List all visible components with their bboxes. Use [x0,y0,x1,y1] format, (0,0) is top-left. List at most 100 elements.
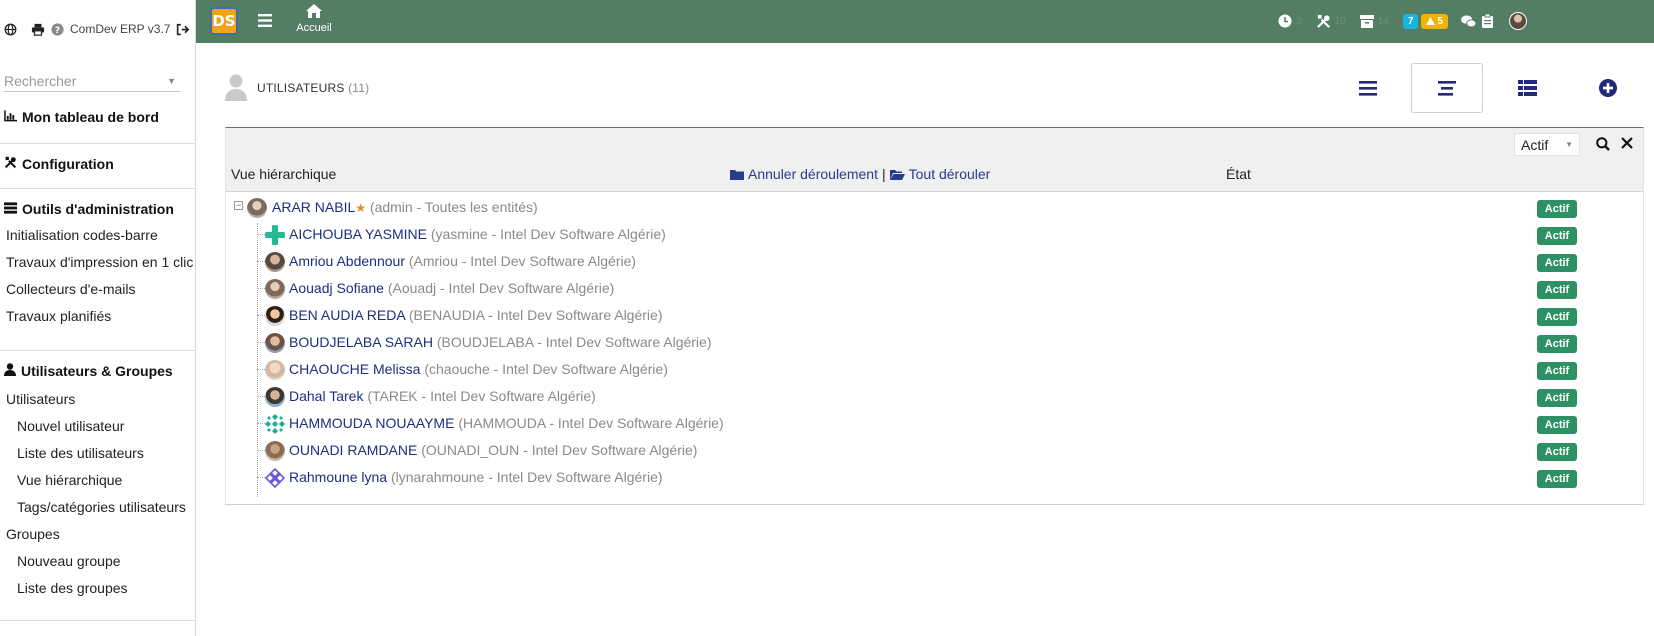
user-name[interactable]: Rahmoune lyna (lynarahmoune - Intel Dev … [289,469,663,485]
expand-all-link[interactable]: Tout dérouler [909,166,991,182]
close-icon[interactable] [1621,136,1633,152]
sidebar-item-user-list[interactable]: Liste des utilisateurs [0,440,196,467]
help-icon[interactable]: ? [51,22,64,36]
user-name[interactable]: CHAOUCHE Melissa (chaouche - Intel Dev S… [289,361,668,377]
search-icon[interactable] [1596,137,1610,154]
user-name[interactable]: HAMMOUDA NOUAAYME (HAMMOUDA - Intel Dev … [289,415,724,431]
sidebar-item-new-group[interactable]: Nouveau groupe [0,548,196,575]
user-name[interactable]: ARAR NABIL★ (admin - Toutes les entités) [272,199,538,215]
sidebar-section-dashboard: Mon tableau de bord [0,106,196,128]
sidebar-item-user-tags[interactable]: Tags/catégories utilisateurs [0,494,196,521]
info-badge[interactable]: 7 [1402,13,1419,29]
table-row[interactable]: Aouadj Sofiane (Aouadj - Intel Dev Softw… [226,275,1643,302]
table-row[interactable]: AICHOUBA YASMINE (yasmine - Intel Dev So… [226,221,1643,248]
status-badge: Actif [1537,200,1577,218]
warning-icon [1426,17,1436,25]
sidebar-item-new-user[interactable]: Nouvel utilisateur [0,413,196,440]
status-filter-value: Actif [1521,137,1549,153]
user-detail: (lynarahmoune - Intel Dev Software Algér… [390,469,663,485]
sidebar-item-print-jobs[interactable]: Travaux d'impression en 1 clic [0,249,196,276]
sidebar-item-dashboard[interactable]: Mon tableau de bord [0,106,196,128]
avatar-pattern-icon [265,468,285,488]
table-row[interactable]: BEN AUDIA REDA (BENAUDIA - Intel Dev Sof… [226,302,1643,329]
user-detail: (TAREK - Intel Dev Software Algérie) [367,388,596,404]
app-logo[interactable]: DS [210,7,238,35]
sidebar-item-label: Configuration [22,156,114,172]
user-name[interactable]: BOUDJELABA SARAH (BOUDJELABA - Intel Dev… [289,334,712,350]
left-sidebar: ? ComDev ERP v3.7 Rechercher ▼ Mon table… [0,0,196,636]
collapse-node-icon[interactable]: − [234,201,243,210]
sidebar-section-users-groups: Utilisateurs & Groupes Utilisateurs Nouv… [0,350,196,602]
tools-icon[interactable] [1316,14,1331,29]
table-row[interactable]: HAMMOUDA NOUAAYME (HAMMOUDA - Intel Dev … [226,410,1643,437]
sidebar-item-scheduled-jobs[interactable]: Travaux planifiés [0,303,196,330]
sidebar-item-email-collectors[interactable]: Collecteurs d'e-mails [0,276,196,303]
collapse-all-link[interactable]: Annuler déroulement [748,166,878,182]
add-user-button[interactable] [1572,63,1644,113]
users-hierarchy-table: Actif ▼ Vue hiérarchique Annuler déroule… [225,127,1644,505]
sidebar-item-users-groups[interactable]: Utilisateurs & Groupes [0,360,196,382]
menu-icon[interactable] [258,14,272,30]
status-badge: Actif [1537,335,1577,353]
sidebar-toolbar: ? ComDev ERP v3.7 [0,0,195,58]
avatar [265,252,285,272]
home-icon [306,4,322,21]
table-row[interactable]: Dahal Tarek (TAREK - Intel Dev Software … [226,383,1643,410]
user-name-text: BEN AUDIA REDA [289,307,405,323]
user-detail: (Amriou - Intel Dev Software Algérie) [408,253,637,269]
hierarchy-view-button[interactable] [1411,63,1483,113]
sidebar-item-users[interactable]: Utilisateurs [0,386,196,413]
clipboard-icon[interactable] [1481,14,1493,28]
avatar [265,387,285,407]
avatar [265,360,285,380]
sidebar-item-group-list[interactable]: Liste des groupes [0,575,196,602]
user-name[interactable]: OUNADI RAMDANE (OUNADI_OUN - Intel Dev S… [289,442,697,458]
sidebar-item-configuration[interactable]: Configuration [0,153,196,175]
user-name[interactable]: AICHOUBA YASMINE (yasmine - Intel Dev So… [289,226,666,242]
table-row[interactable]: OUNADI RAMDANE (OUNADI_OUN - Intel Dev S… [226,437,1643,464]
printer-icon[interactable] [31,23,45,36]
sidebar-item-groups[interactable]: Groupes [0,521,196,548]
table-row[interactable]: CHAOUCHE Melissa (chaouche - Intel Dev S… [226,356,1643,383]
sidebar-item-barcode-init[interactable]: Initialisation codes-barre [0,222,196,249]
folder-icon [730,169,744,180]
avatar-pattern-icon [265,414,285,434]
sidebar-divider [0,620,196,621]
globe-icon[interactable] [4,23,17,36]
user-name-text: Rahmoune lyna [289,469,388,485]
avatar [265,441,285,461]
chat-icon[interactable] [1461,14,1476,28]
user-name[interactable]: Aouadj Sofiane (Aouadj - Intel Dev Softw… [289,280,614,296]
table-row[interactable]: Amriou Abdennour (Amriou - Intel Dev Sof… [226,248,1643,275]
status-filter-select[interactable]: Actif ▼ [1514,133,1580,156]
table-header: Actif ▼ Vue hiérarchique Annuler déroule… [226,128,1643,192]
status-badge: Actif [1537,362,1577,380]
user-name[interactable]: Dahal Tarek (TAREK - Intel Dev Software … [289,388,596,404]
table-row[interactable]: BOUDJELABA SARAH (BOUDJELABA - Intel Dev… [226,329,1643,356]
user-name[interactable]: BEN AUDIA REDA (BENAUDIA - Intel Dev Sof… [289,307,662,323]
user-name[interactable]: Amriou Abdennour (Amriou - Intel Dev Sof… [289,253,636,269]
warning-badge[interactable]: 5 [1421,13,1448,29]
sidebar-item-admin-tools[interactable]: Outils d'administration [0,198,196,220]
user-avatar[interactable] [1508,12,1527,30]
list-view-button[interactable] [1332,63,1404,113]
table-icon [1517,80,1537,96]
grid-view-button[interactable] [1491,63,1563,113]
archive-count: 14 [1377,15,1389,27]
list-icon [1359,80,1377,96]
user-detail: (Aouadj - Intel Dev Software Algérie) [387,280,615,296]
home-nav-button[interactable]: Accueil [292,4,336,34]
folder-open-icon [889,169,905,180]
clock-icon[interactable] [1278,14,1292,28]
table-row[interactable]: Rahmoune lyna (lynarahmoune - Intel Dev … [226,464,1643,491]
status-badge: Actif [1537,308,1577,326]
logout-icon[interactable] [176,23,190,36]
table-row-root[interactable]: − ARAR NABIL★ (admin - Toutes les entité… [226,194,1643,221]
user-name-text: Dahal Tarek [289,388,364,404]
tools-count: 10 [1334,15,1346,27]
sidebar-item-hierarchy-view[interactable]: Vue hiérarchique [0,467,196,494]
search-placeholder: Rechercher [4,72,77,89]
archive-icon[interactable] [1359,14,1374,28]
sidebar-search-input[interactable]: Rechercher ▼ [4,70,180,92]
status-badge: Actif [1537,254,1577,272]
